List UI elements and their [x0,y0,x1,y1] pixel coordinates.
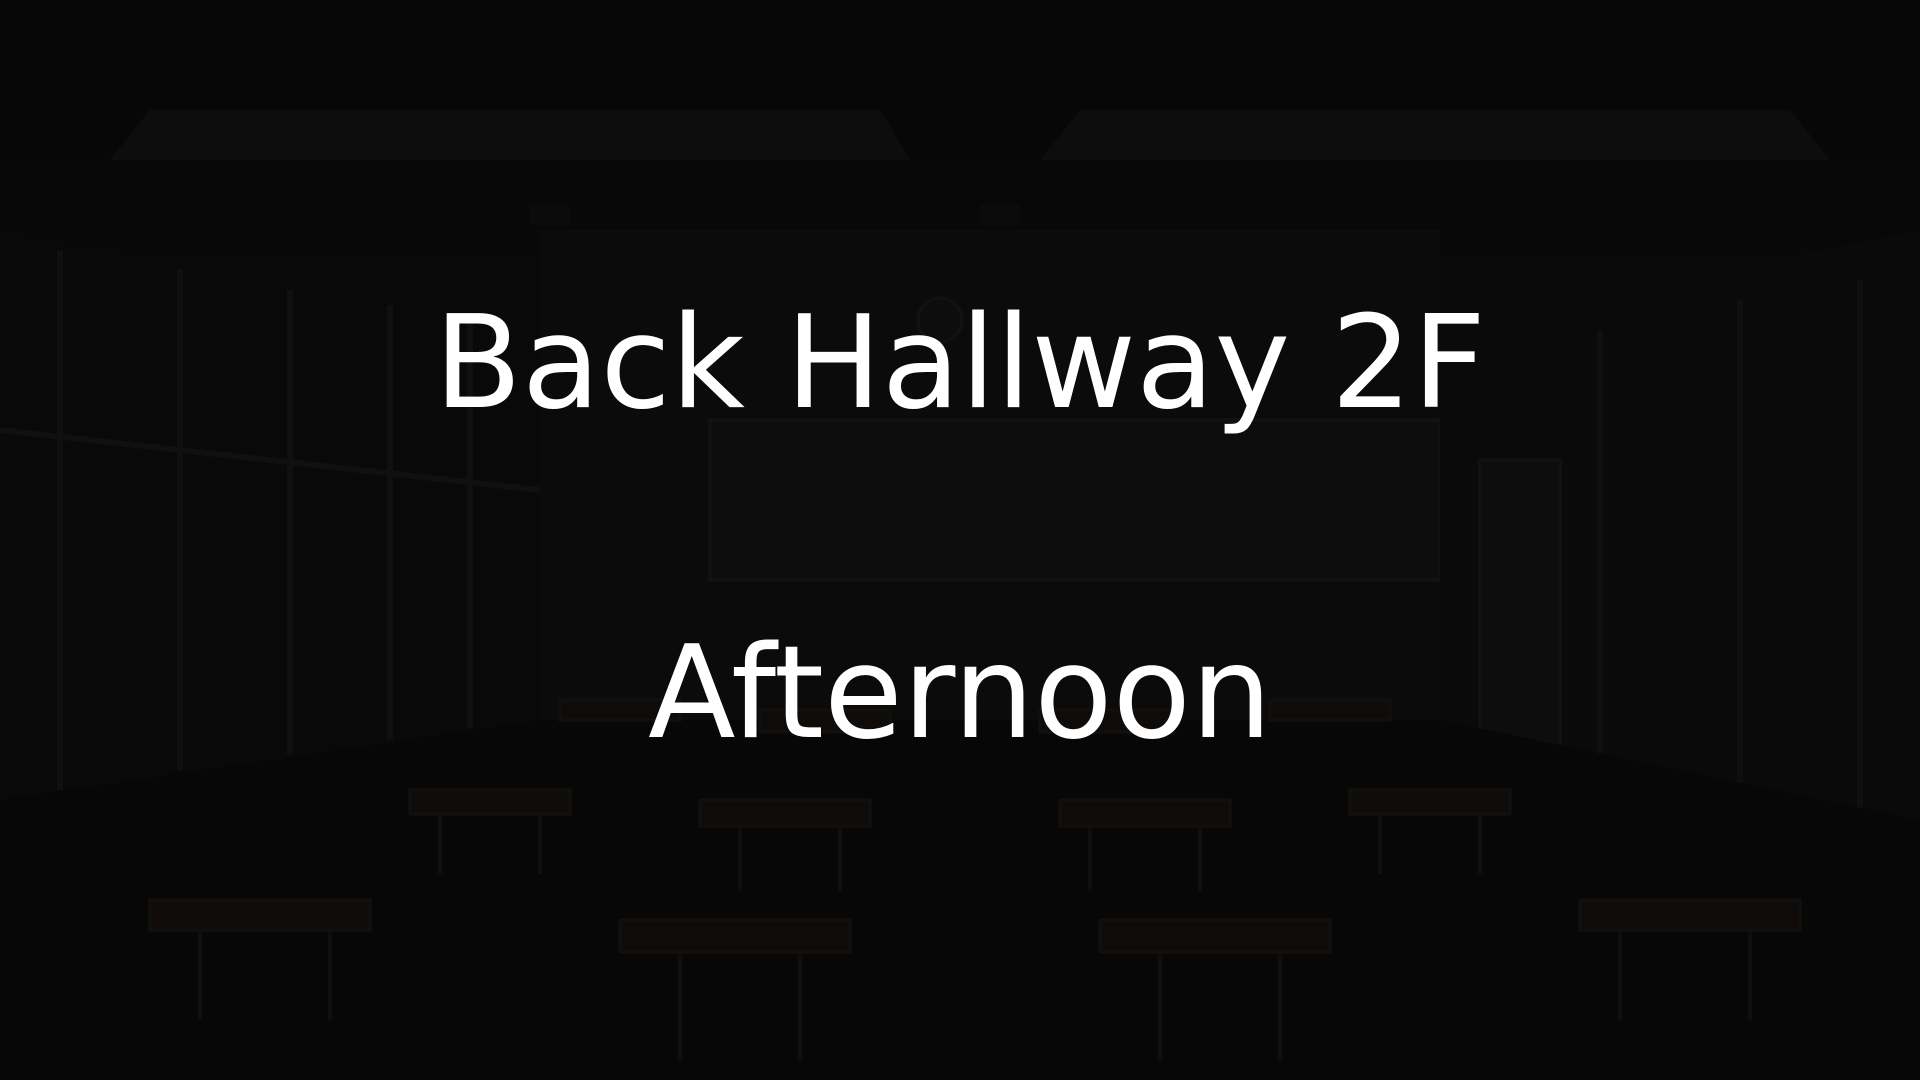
scene-screen[interactable]: Back Hallway 2F Afternoon [0,0,1920,1080]
dark-overlay [0,0,1920,1080]
location-title: Back Hallway 2F [434,289,1486,438]
time-of-day-title: Afternoon [648,619,1272,768]
